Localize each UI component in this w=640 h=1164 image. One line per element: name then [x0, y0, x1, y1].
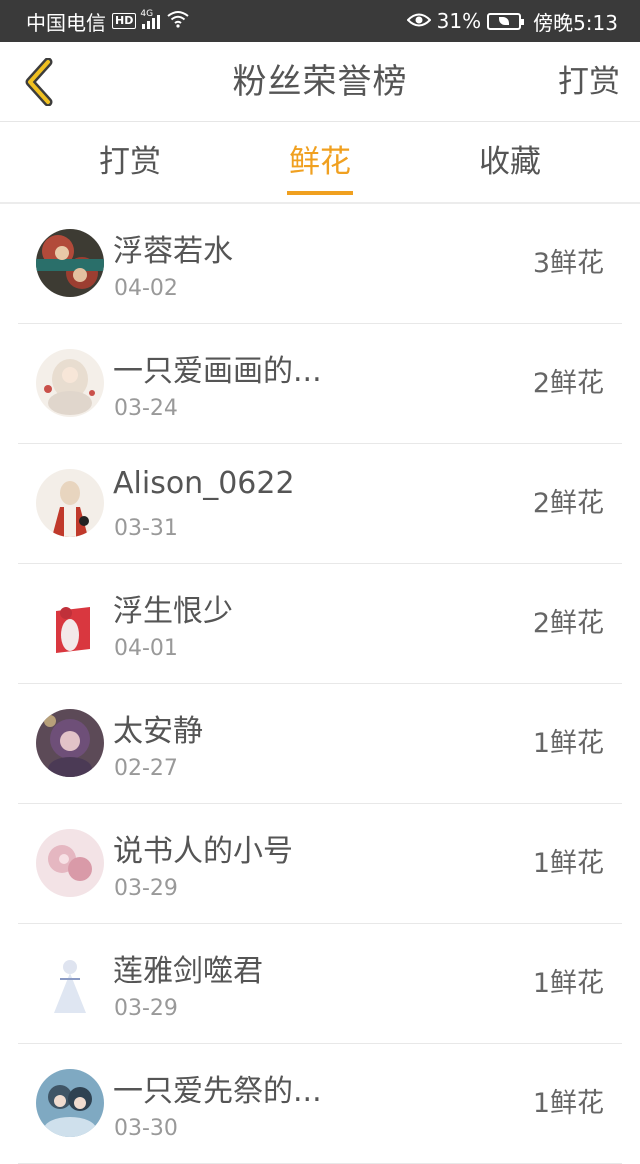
fan-name: Alison_0622 — [113, 466, 295, 501]
signal-icon: 4G — [140, 9, 161, 29]
avatar — [36, 469, 104, 537]
active-tab-indicator — [287, 191, 353, 195]
fan-name: 太安静 — [113, 714, 203, 749]
list-item[interactable]: 莲雅剑噬君 03-29 1鲜花 — [18, 924, 622, 1044]
tab-flowers[interactable]: 鲜花 — [240, 122, 400, 202]
list-item[interactable]: Alison_0622 03-31 2鲜花 — [18, 444, 622, 564]
fan-date: 02-27 — [114, 756, 178, 781]
list-item[interactable]: 浮蓉若水 04-02 3鲜花 — [18, 204, 622, 324]
flower-count: 2鲜花 — [532, 368, 604, 399]
flower-count: 1鲜花 — [532, 968, 604, 999]
flower-count: 1鲜花 — [532, 848, 604, 879]
battery-icon — [487, 12, 525, 30]
fan-name: 浮生恨少 — [113, 594, 233, 629]
navigation-bar: 粉丝荣誉榜 打赏 — [0, 42, 640, 122]
battery-percent: 31% — [436, 9, 482, 33]
list-item[interactable]: 太安静 02-27 1鲜花 — [18, 684, 622, 804]
network-type-label: 4G — [140, 9, 154, 19]
status-bar-right: 31% 傍晚5:13 — [406, 7, 618, 36]
back-button[interactable] — [12, 54, 66, 110]
fan-date: 03-29 — [114, 876, 178, 901]
flower-count: 1鲜花 — [532, 728, 604, 759]
hd-badge: HD — [112, 13, 137, 29]
avatar — [36, 709, 104, 777]
list-item[interactable]: 一只爱先祭的... 03-30 1鲜花 — [18, 1044, 622, 1164]
list-item[interactable]: 一只爱画画的... 03-24 2鲜花 — [18, 324, 622, 444]
avatar — [36, 229, 104, 297]
fan-name: 莲雅剑噬君 — [113, 954, 263, 989]
avatar — [36, 589, 104, 657]
list-item[interactable]: 浮生恨少 04-01 2鲜花 — [18, 564, 622, 684]
carrier-label: 中国电信 — [26, 10, 106, 35]
fan-name: 一只爱先祭的... — [113, 1074, 322, 1109]
tab-reward[interactable]: 打赏 — [50, 122, 210, 202]
avatar — [36, 829, 104, 897]
fan-date: 03-31 — [114, 516, 178, 541]
reward-action-button[interactable]: 打赏 — [558, 42, 620, 122]
status-bar: 中国电信 HD 4G 31% 傍晚5:13 — [0, 0, 640, 42]
fan-list: 浮蓉若水 04-02 3鲜花 一只爱画画的... 03-24 2鲜花 Aliso… — [0, 204, 640, 1164]
fan-date: 03-24 — [114, 396, 178, 421]
flower-count: 3鲜花 — [532, 248, 604, 279]
eye-icon — [406, 9, 432, 33]
tab-favorites[interactable]: 收藏 — [430, 122, 590, 202]
fan-name: 浮蓉若水 — [113, 234, 233, 269]
page-title: 粉丝荣誉榜 — [232, 62, 408, 102]
avatar — [36, 349, 104, 417]
clock: 傍晚5:13 — [533, 10, 618, 35]
avatar — [36, 949, 104, 1017]
flower-count: 2鲜花 — [532, 608, 604, 639]
chevron-left-icon — [25, 58, 53, 106]
fan-name: 一只爱画画的... — [113, 354, 322, 389]
fan-date: 04-02 — [114, 276, 178, 301]
list-item[interactable]: 说书人的小号 03-29 1鲜花 — [18, 804, 622, 924]
wifi-icon — [166, 9, 190, 33]
fan-date: 03-30 — [114, 1116, 178, 1141]
status-bar-left: 中国电信 HD 4G — [26, 7, 190, 36]
fan-date: 03-29 — [114, 996, 178, 1021]
fan-name: 说书人的小号 — [113, 834, 293, 869]
fan-date: 04-01 — [114, 636, 178, 661]
flower-count: 1鲜花 — [532, 1088, 604, 1119]
avatar — [36, 1069, 104, 1137]
flower-count: 2鲜花 — [532, 488, 604, 519]
